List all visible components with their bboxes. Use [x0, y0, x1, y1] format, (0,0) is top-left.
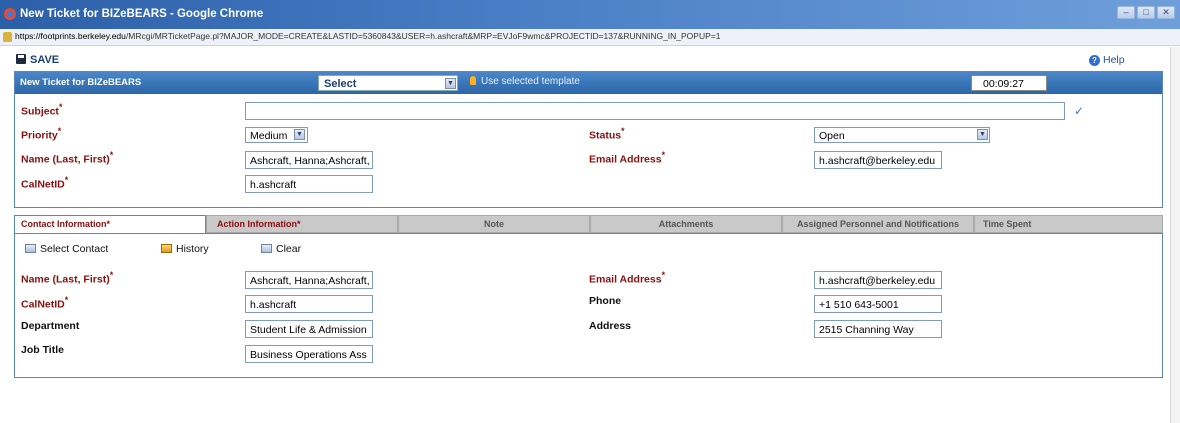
save-button[interactable]: SAVE [16, 54, 59, 66]
template-select-value: Select [324, 78, 357, 90]
ticket-form-title: New Ticket for BIZeBEARS [20, 77, 142, 88]
phone-input[interactable]: +1 510 643-5001 [814, 295, 942, 313]
close-button[interactable]: ✕ [1157, 6, 1175, 19]
maximize-button[interactable]: □ [1137, 6, 1155, 19]
status-dropdown-icon[interactable]: ▼ [977, 129, 988, 140]
required-mark: * [661, 270, 665, 280]
ticket-toolbar: SAVE ? Help [0, 47, 1180, 69]
template-select[interactable]: Select [318, 75, 458, 91]
ticket-header-bar: New Ticket for BIZeBEARS Select ▼ Use se… [15, 72, 1162, 94]
email-label-text: Email Address [589, 153, 662, 166]
tab-note[interactable]: Note [398, 215, 590, 233]
address-input[interactable]: 2515 Channing Way [814, 320, 942, 338]
required-mark: * [64, 295, 69, 305]
window-title: New Ticket for BIZeBEARS - Google Chrome [20, 8, 264, 20]
contact-name-label: Name (Last, First)* [21, 270, 113, 286]
clear-contact-icon [261, 244, 272, 253]
required-mark: * [58, 102, 63, 112]
department-input[interactable]: Student Life & Admission [245, 320, 373, 338]
name-label: Name (Last, First)* [21, 150, 113, 166]
name-label-text: Name (Last, First) [21, 153, 110, 166]
minimize-button[interactable]: – [1117, 6, 1135, 19]
required-mark: * [621, 126, 625, 136]
tab-time-spent[interactable]: Time Spent [974, 215, 1163, 233]
phone-label: Phone [589, 295, 622, 307]
name-input[interactable]: Ashcraft, Hanna;Ashcraft, [245, 151, 373, 169]
select-contact-label: Select Contact [40, 243, 109, 255]
job-title-label: Job Title [21, 344, 64, 356]
status-select[interactable]: Open [814, 127, 990, 143]
tab-action-information[interactable]: Action Information* [206, 215, 398, 233]
spellcheck-icon[interactable]: ✓ [1074, 104, 1084, 118]
contact-name-label-text: Name (Last, First) [21, 273, 110, 286]
lock-icon [3, 32, 12, 42]
priority-dropdown-icon[interactable]: ▼ [294, 129, 305, 140]
subject-label-text: Subject [21, 105, 59, 118]
clear-button[interactable]: Clear [261, 243, 301, 255]
history-icon [161, 244, 172, 253]
page-scrollbar[interactable] [1170, 47, 1180, 423]
tab-assigned-personnel[interactable]: Assigned Personnel and Notifications [782, 215, 974, 233]
contact-calnetid-label-text: CalNetID [21, 298, 65, 311]
history-label: History [176, 243, 209, 255]
chrome-icon [4, 8, 16, 20]
save-label: SAVE [30, 54, 60, 66]
window-title-bar: New Ticket for BIZeBEARS - Google Chrome… [0, 0, 1180, 29]
lightbulb-icon [470, 76, 476, 85]
help-button[interactable]: ? Help [1089, 54, 1125, 66]
tab-strip: Contact Information* Action Information*… [14, 215, 1163, 234]
required-mark: * [109, 270, 114, 280]
contact-email-input[interactable]: h.ashcraft@berkeley.edu [814, 271, 942, 289]
status-label-text: Status [589, 129, 622, 142]
calnetid-label-text: CalNetID [21, 178, 65, 191]
required-mark: * [109, 150, 114, 160]
calnetid-input[interactable]: h.ashcraft [245, 175, 373, 193]
help-label: Help [1103, 54, 1125, 66]
email-label: Email Address* [589, 150, 665, 166]
tab-contact-information[interactable]: Contact Information* [14, 215, 206, 234]
subject-input[interactable] [245, 102, 1065, 120]
calnetid-label: CalNetID* [21, 175, 68, 191]
select-contact-button[interactable]: Select Contact [25, 243, 108, 255]
contact-email-label-text: Email Address [589, 273, 662, 286]
contact-calnetid-input[interactable]: h.ashcraft [245, 295, 373, 313]
history-button[interactable]: History [161, 243, 209, 255]
email-input[interactable]: h.ashcraft@berkeley.edu [814, 151, 942, 169]
use-template-link[interactable]: Use selected template [470, 76, 580, 87]
priority-label: Priority* [21, 126, 61, 142]
priority-value: Medium [250, 130, 288, 142]
use-template-label: Use selected template [481, 76, 580, 87]
required-mark: * [64, 175, 69, 185]
address-bar[interactable]: https://footprints.berkeley.edu/MRcgi/MR… [0, 29, 1180, 46]
help-icon: ? [1089, 55, 1100, 66]
address-label: Address [589, 320, 632, 332]
tab-attachments[interactable]: Attachments [590, 215, 782, 233]
contact-email-label: Email Address* [589, 270, 665, 286]
status-label: Status* [589, 126, 625, 142]
required-mark: * [661, 150, 665, 160]
contact-calnetid-label: CalNetID* [21, 295, 68, 311]
url-text[interactable]: https://footprints.berkeley.edu/MRcgi/MR… [15, 31, 720, 41]
elapsed-timer: 00:09:27 [971, 75, 1047, 91]
priority-label-text: Priority [21, 129, 58, 142]
subject-label: Subject* [21, 102, 62, 118]
template-dropdown-icon[interactable]: ▼ [445, 78, 456, 89]
department-label: Department [21, 320, 80, 332]
url-host: https://footprints.berkeley.edu [15, 31, 126, 41]
required-mark: * [57, 126, 62, 136]
contact-name-input[interactable]: Ashcraft, Hanna;Ashcraft, [245, 271, 373, 289]
floppy-disk-icon [16, 54, 26, 64]
status-value: Open [819, 130, 845, 142]
url-path: /MRcgi/MRTicketPage.pl?MAJOR_MODE=CREATE… [125, 31, 721, 41]
job-title-input[interactable]: Business Operations Ass [245, 345, 373, 363]
address-book-icon [25, 244, 36, 253]
clear-label: Clear [276, 243, 302, 255]
